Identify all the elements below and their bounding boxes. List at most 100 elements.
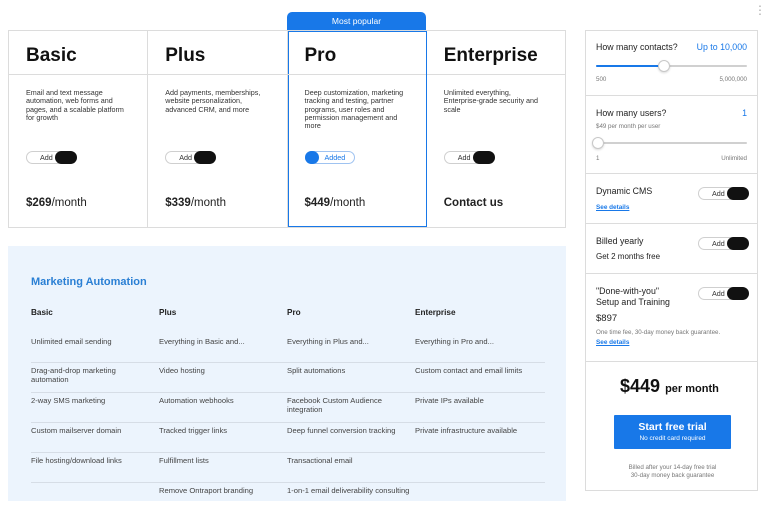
divider (287, 74, 426, 75)
plan-basic: Basic Email and text message automation,… (9, 31, 149, 227)
feature-cell (415, 483, 545, 513)
toggle-label: Add (712, 239, 725, 248)
feature-cell: Everything in Plus and... (287, 337, 369, 346)
features-panel: Marketing Automation Basic Plus Pro Ente… (8, 246, 566, 501)
most-popular-badge: Most popular (287, 12, 426, 31)
dwy-label-line1: "Done-with-you" (596, 286, 659, 296)
toggle-knob (727, 287, 749, 300)
cms-see-details-link[interactable]: See details (596, 204, 629, 211)
toggle-knob (304, 151, 319, 164)
feature-cell (31, 483, 159, 513)
billed-yearly-toggle[interactable]: Add (698, 237, 749, 250)
toggle-knob (55, 151, 77, 164)
total-price: $449 per month (620, 376, 719, 396)
plan-price: $339/month (165, 197, 227, 209)
contacts-slider-handle[interactable] (657, 60, 670, 72)
feature-cell: Video hosting (159, 366, 205, 375)
order-summary-sidebar: How many contacts? Up to 10,000 500 5,00… (585, 30, 758, 491)
features-table: Basic Plus Pro Enterprise Unlimited emai… (31, 308, 545, 513)
add-toggle-plus[interactable]: Add (165, 151, 217, 164)
feature-cell: Custom contact and email limits (415, 366, 523, 375)
toggle-label: Add (712, 289, 725, 298)
feature-cell: Custom mailserver domain (31, 426, 122, 435)
add-toggle-basic[interactable]: Add (26, 151, 77, 164)
dwy-note: One time fee, 30-day money back guarante… (596, 329, 721, 336)
feature-cell: 1-on-1 email deliverability consulting (287, 486, 410, 495)
toggle-label: Added (324, 153, 346, 162)
feature-cell: 2-way SMS marketing (31, 396, 106, 405)
plan-description: Deep customization, marketing tracking a… (304, 88, 404, 131)
feature-cell: Unlimited email sending (31, 337, 112, 346)
plan-description: Email and text message automation, web f… (26, 88, 124, 122)
table-row: File hosting/download links Fulfillment … (31, 453, 545, 483)
plan-price: $269/month (26, 197, 87, 209)
table-row: Drag-and-drop marketing automation Video… (31, 363, 545, 393)
plans-card: Basic Email and text message automation,… (8, 30, 566, 228)
plan-description: Add payments, memberships, website perso… (165, 88, 261, 114)
cms-section: Dynamic CMS See details Add (586, 174, 757, 224)
plan-name: Plus (165, 45, 206, 66)
divider (148, 74, 287, 75)
toggle-knob (727, 187, 749, 200)
feature-cell (415, 453, 545, 482)
start-free-trial-button[interactable]: Start free trial No credit card required (614, 415, 731, 449)
cta-label: Start free trial (638, 421, 707, 433)
plan-enterprise: Enterprise Unlimited everything, Enterpr… (426, 31, 565, 227)
toggle-label: Add (40, 153, 53, 162)
more-options-icon[interactable]: ⋮ (754, 3, 766, 17)
toggle-label: Add (712, 189, 725, 198)
plan-name: Enterprise (443, 45, 538, 66)
column-header: Basic (31, 308, 53, 317)
users-max: Unlimited (721, 155, 747, 162)
contacts-label: How many contacts? (596, 42, 678, 52)
feature-cell: Drag-and-drop marketing automation (31, 366, 116, 384)
feature-cell: Private infrastructure available (415, 426, 518, 435)
feature-cell: File hosting/download links (31, 456, 122, 465)
users-slider-handle[interactable] (592, 137, 604, 149)
add-toggle-pro[interactable]: Added (304, 151, 355, 164)
table-row: 2-way SMS marketing Automation webhooks … (31, 393, 545, 423)
divider (9, 74, 148, 75)
toggle-label: Add (179, 153, 193, 162)
users-label: How many users? (596, 108, 667, 118)
column-header: Plus (159, 308, 177, 317)
contacts-max: 5,000,000 (719, 76, 747, 83)
add-toggle-enterprise[interactable]: Add (443, 151, 495, 164)
plan-name: Basic (26, 45, 77, 66)
features-header-row: Basic Plus Pro Enterprise (31, 308, 545, 334)
table-row: Unlimited email sending Everything in Ba… (31, 334, 545, 363)
table-row: Custom mailserver domain Tracked trigger… (31, 423, 545, 453)
cms-label: Dynamic CMS (596, 186, 653, 196)
dwy-add-toggle[interactable]: Add (698, 287, 749, 300)
toggle-knob (727, 237, 749, 250)
plan-price: Contact us (443, 197, 504, 209)
billed-yearly-label: Billed yearly (596, 236, 644, 246)
users-value: 1 (742, 108, 747, 118)
dwy-price: $897 (596, 313, 618, 324)
feature-cell: Everything in Pro and... (415, 337, 494, 346)
toggle-label: Add (457, 153, 471, 162)
users-slider-track[interactable] (596, 142, 747, 144)
feature-cell: Everything in Basic and... (159, 337, 245, 346)
plan-name: Pro (304, 45, 337, 66)
divider (426, 74, 565, 75)
cms-add-toggle[interactable]: Add (698, 187, 749, 200)
plan-price: $449/month (304, 197, 366, 209)
dwy-label-line2: Setup and Training (596, 297, 670, 307)
billing-note-line1: Billed after your 14-day free trial (628, 464, 717, 471)
done-with-you-section: "Done-with-you" Setup and Training $897 … (586, 274, 757, 362)
feature-cell: Remove Ontraport branding (159, 486, 254, 495)
feature-cell: Split automations (287, 366, 346, 375)
users-price-note: $49 per month per user (596, 123, 661, 130)
feature-cell: Facebook Custom Audience integration (287, 396, 382, 414)
feature-cell: Automation webhooks (159, 396, 234, 405)
plan-plus: Plus Add payments, memberships, website … (148, 31, 288, 227)
contacts-section: How many contacts? Up to 10,000 500 5,00… (586, 31, 757, 96)
dwy-see-details-link[interactable]: See details (596, 339, 629, 346)
column-header: Enterprise (415, 308, 456, 317)
plan-pro: Pro Deep customization, marketing tracki… (287, 31, 427, 227)
feature-cell: Fulfillment lists (159, 456, 209, 465)
toggle-knob (194, 151, 217, 164)
feature-cell: Tracked trigger links (159, 426, 228, 435)
billed-yearly-section: Billed yearly Get 2 months free Add (586, 224, 757, 274)
